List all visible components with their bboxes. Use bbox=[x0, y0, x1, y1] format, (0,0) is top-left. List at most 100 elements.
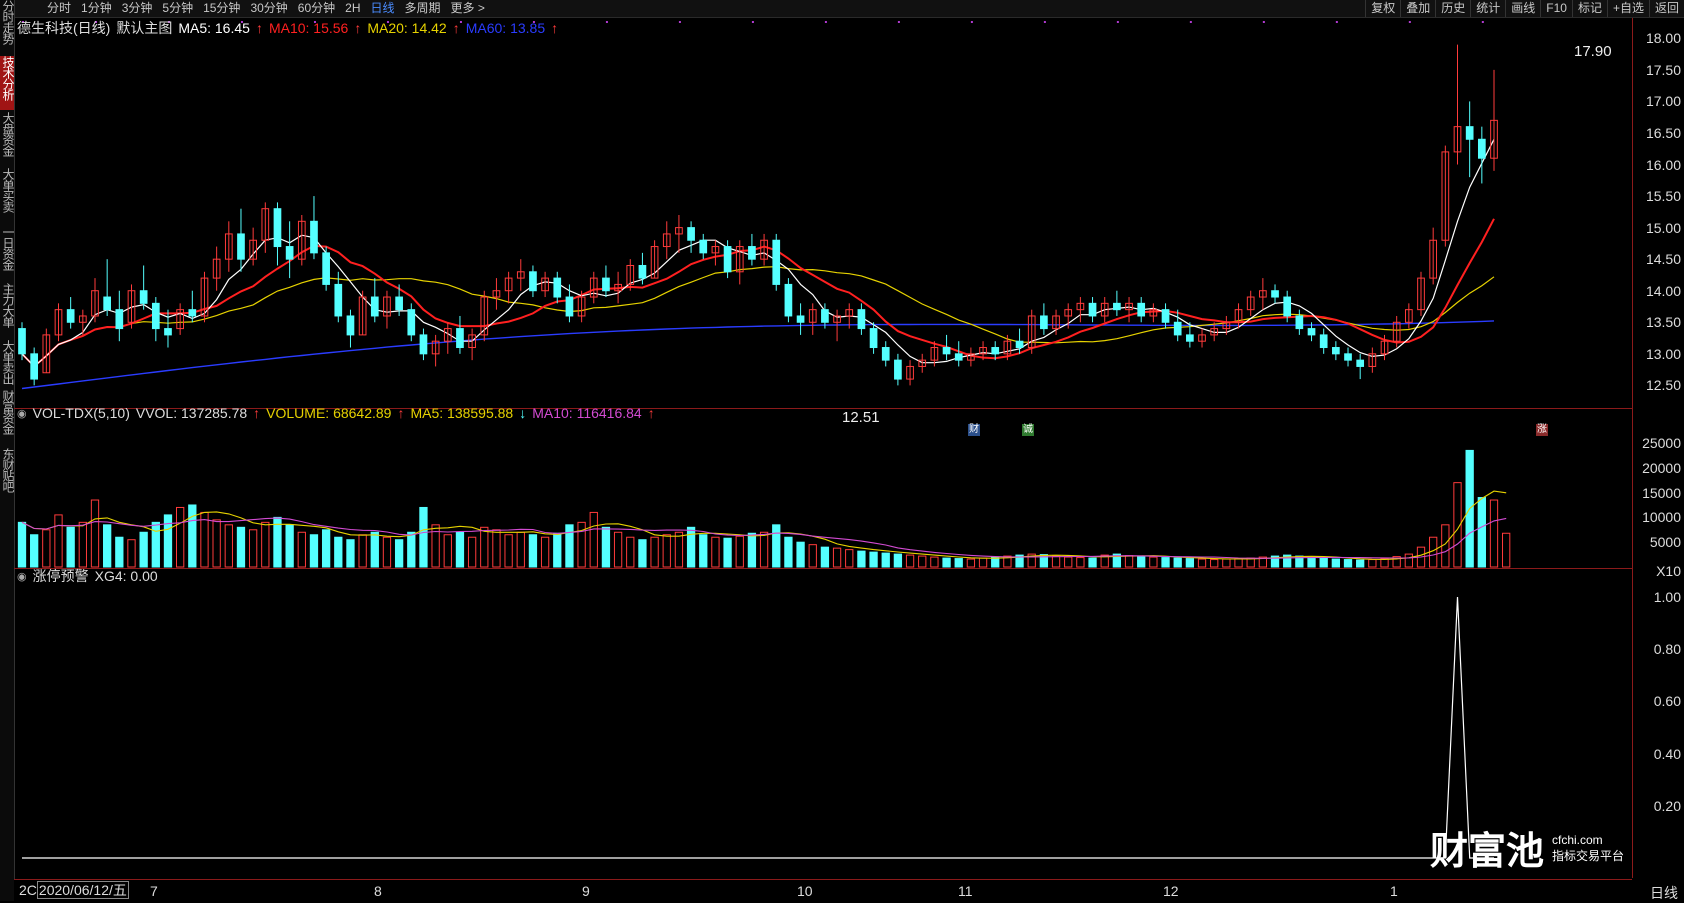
month-tick: 8 bbox=[374, 883, 382, 899]
up-arrow-icon: ↑ bbox=[354, 20, 362, 36]
tool-button[interactable]: 叠加 bbox=[1400, 0, 1435, 17]
volume-bar bbox=[175, 506, 185, 568]
volume-bar bbox=[1234, 558, 1243, 568]
timeframe-tab[interactable]: 2H bbox=[340, 0, 365, 17]
candle-body bbox=[699, 239, 708, 254]
volume-bar bbox=[382, 536, 392, 568]
sidebar-item[interactable]: 一日资金 bbox=[0, 226, 15, 280]
volume-bar bbox=[1137, 556, 1146, 568]
timeframe-tab[interactable]: 60分钟 bbox=[293, 0, 340, 17]
candle-body bbox=[894, 359, 902, 380]
kline-chart[interactable] bbox=[14, 18, 1632, 878]
candle-body bbox=[1356, 359, 1365, 367]
candle-body bbox=[370, 296, 379, 317]
sidebar-item[interactable]: 技术分析 bbox=[0, 56, 15, 110]
indicator-value: XG4: 0.00 bbox=[94, 568, 158, 584]
timeframe-tab[interactable]: 5分钟 bbox=[157, 0, 198, 17]
candle-body bbox=[164, 328, 172, 336]
volume-bar bbox=[1477, 497, 1486, 568]
candle-body bbox=[553, 277, 562, 298]
candle-body bbox=[857, 309, 866, 330]
candle-body bbox=[1271, 290, 1279, 298]
tool-button[interactable]: 返回 bbox=[1648, 0, 1684, 17]
volume-bar bbox=[638, 539, 647, 568]
collapse-icon[interactable]: ◉ bbox=[17, 407, 27, 420]
price-tick: 16.00 bbox=[1645, 156, 1681, 173]
sidebar-item[interactable]: 大单买卖 bbox=[0, 168, 15, 222]
tool-button[interactable]: +自选 bbox=[1606, 0, 1649, 17]
timeframe-tab[interactable]: 1分钟 bbox=[76, 0, 117, 17]
volume-bar bbox=[1502, 532, 1511, 568]
tool-button[interactable]: F10 bbox=[1540, 0, 1572, 17]
timeframe-tab[interactable]: 3分钟 bbox=[117, 0, 158, 17]
price-tick: 14.50 bbox=[1645, 251, 1681, 268]
price-tick: 14.00 bbox=[1645, 282, 1681, 299]
tool-button[interactable]: 统计 bbox=[1470, 0, 1505, 17]
timeframe-tab[interactable]: 30分钟 bbox=[245, 0, 292, 17]
timeframe-tab[interactable]: 更多 > bbox=[446, 0, 490, 17]
timeframe-tab[interactable]: 分时 bbox=[42, 0, 76, 17]
ma20-label: MA20: 14.42 bbox=[367, 20, 447, 36]
volume-bar bbox=[930, 556, 939, 568]
candle-body bbox=[638, 264, 647, 279]
tool-button[interactable]: 复权 bbox=[1365, 0, 1400, 17]
sidebar-item[interactable]: 分时走势 bbox=[0, 0, 15, 54]
ma20-line bbox=[21, 266, 1495, 368]
sidebar-item[interactable]: 东财贴吧 bbox=[0, 448, 15, 504]
template-label[interactable]: 默认主图 bbox=[116, 18, 172, 38]
timeframe-tab[interactable]: 15分钟 bbox=[198, 0, 245, 17]
volume-bar bbox=[54, 514, 63, 568]
volume-bar bbox=[1356, 559, 1365, 568]
volume-bar bbox=[115, 536, 124, 568]
tool-button[interactable]: 标记 bbox=[1571, 0, 1607, 17]
candle-body bbox=[115, 309, 124, 330]
volume-bar bbox=[1404, 553, 1413, 568]
finance-marker[interactable]: 财 bbox=[968, 424, 980, 436]
signal-dot bbox=[1116, 21, 1119, 23]
volume-bar bbox=[1185, 558, 1195, 568]
volume-indicator-name[interactable]: VOL-TDX(5,10) bbox=[33, 405, 130, 421]
low-price-label: 12.51 bbox=[842, 409, 880, 426]
volume-bar bbox=[1307, 556, 1316, 568]
timeframe-tab[interactable]: 多周期 bbox=[400, 0, 446, 17]
collapse-icon[interactable]: ◉ bbox=[17, 570, 27, 583]
period-label: 日线 bbox=[1650, 885, 1678, 901]
candle-body bbox=[1173, 321, 1182, 336]
cursor-date: 2C 2020/06/12/五 bbox=[17, 880, 131, 900]
candle-body bbox=[407, 309, 416, 336]
candle-body bbox=[821, 309, 829, 323]
volume-bar bbox=[832, 547, 842, 568]
watermark: 财富池 cfchi.com 指标交易平台 bbox=[1430, 820, 1624, 875]
candle-body bbox=[1137, 302, 1146, 317]
signal-dot bbox=[678, 21, 681, 23]
up-arrow-icon: ↑ bbox=[397, 405, 405, 421]
candle-body bbox=[188, 309, 197, 317]
tool-button[interactable]: 画线 bbox=[1505, 0, 1540, 17]
candle-body bbox=[1465, 126, 1474, 140]
sidebar-item[interactable]: 大单卖出 bbox=[0, 340, 15, 388]
indicator-name[interactable]: 涨停预警 bbox=[33, 566, 89, 586]
tool-button[interactable]: 历史 bbox=[1435, 0, 1470, 17]
left-sidebar: 分时走势技术分析大盘资金大单买卖一日资金主力大单大单卖出财富资金东财贴吧 bbox=[0, 0, 15, 901]
candle-body bbox=[748, 246, 756, 260]
integrity-marker[interactable]: 诚 bbox=[1022, 424, 1034, 436]
limit-up-marker[interactable]: 涨 bbox=[1536, 424, 1548, 436]
candle-body bbox=[419, 334, 428, 355]
candle-body bbox=[322, 252, 330, 285]
sidebar-item[interactable]: 财富资金 bbox=[0, 390, 15, 446]
ma5-label: MA5: 16.45 bbox=[178, 20, 250, 36]
sidebar-item[interactable]: 主力大单 bbox=[0, 283, 15, 337]
volume-bar bbox=[772, 524, 781, 568]
volume-bar bbox=[139, 531, 148, 568]
candle-body bbox=[1283, 296, 1292, 317]
volume-bar bbox=[321, 529, 331, 568]
timeframe-tab[interactable]: 日线 bbox=[366, 0, 400, 17]
volume-bar bbox=[455, 531, 465, 568]
signal-dot bbox=[605, 21, 608, 23]
candle-body bbox=[784, 283, 793, 317]
volume-bar bbox=[613, 531, 623, 568]
up-arrow-icon: ↑ bbox=[452, 20, 460, 36]
volume-tick: X10 bbox=[1656, 563, 1681, 579]
sidebar-item[interactable]: 大盘资金 bbox=[0, 112, 15, 166]
signal-dot bbox=[1408, 21, 1411, 23]
